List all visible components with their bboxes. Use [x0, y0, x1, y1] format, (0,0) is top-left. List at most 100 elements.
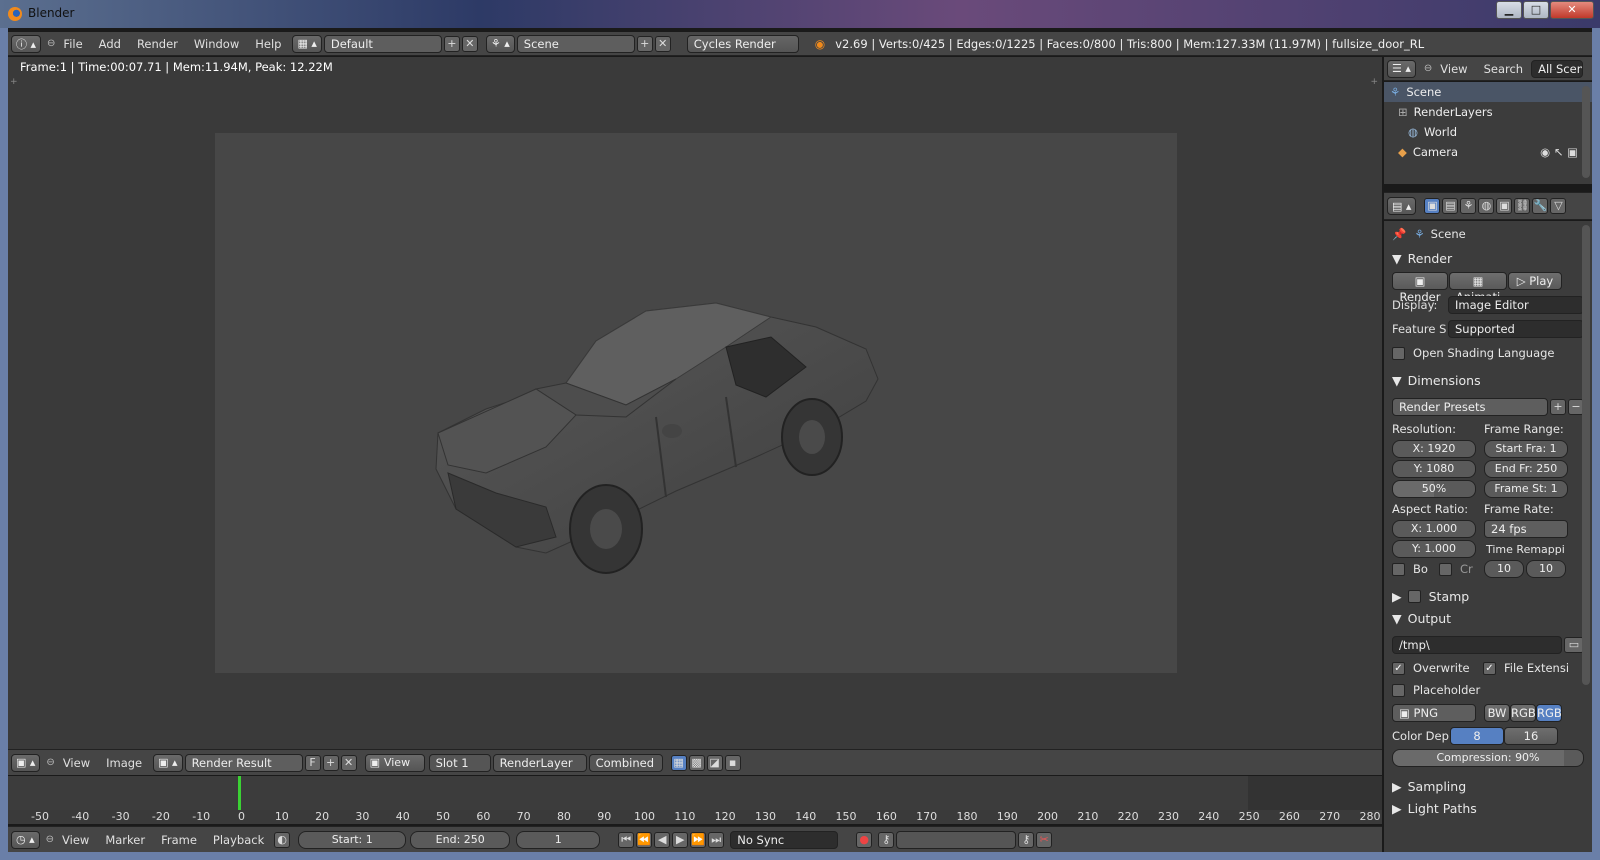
- light-paths-panel-header[interactable]: ▶ Light Paths: [1384, 797, 1592, 819]
- jump-keyframe-back-icon[interactable]: ⏪: [636, 831, 653, 848]
- render-layers-context-icon[interactable]: ▤: [1442, 198, 1459, 214]
- editor-type-image-icon[interactable]: ▣ ▴: [11, 753, 41, 772]
- dimensions-panel-header[interactable]: ▼ Dimensions: [1384, 369, 1592, 391]
- zbuffer-icon[interactable]: ◪: [706, 754, 723, 771]
- resolution-x-field[interactable]: X: 1920: [1392, 440, 1476, 458]
- jump-keyframe-forward-icon[interactable]: ⏩: [690, 831, 707, 848]
- add-scene-icon[interactable]: +: [636, 35, 653, 52]
- world-context-icon[interactable]: ◍: [1478, 198, 1495, 214]
- image-browse-icon[interactable]: ▣ ▴: [153, 753, 183, 772]
- render-layer-select[interactable]: RenderLayer: [492, 753, 587, 772]
- menu-search[interactable]: Search: [1484, 62, 1524, 76]
- render-context-icon[interactable]: ▣: [1424, 198, 1441, 214]
- current-frame-field[interactable]: 1: [516, 830, 601, 849]
- bw-button[interactable]: BW: [1484, 704, 1510, 722]
- render-panel-header[interactable]: ▼ Render: [1384, 247, 1592, 269]
- display-select[interactable]: Image Editor: [1448, 296, 1584, 314]
- modifiers-context-icon[interactable]: 🔧: [1532, 198, 1549, 214]
- start-frame-field[interactable]: Start: 1: [298, 830, 407, 849]
- current-frame-marker[interactable]: [238, 776, 241, 810]
- aspect-x-field[interactable]: X: 1.000: [1392, 520, 1476, 538]
- record-icon[interactable]: ●: [856, 831, 873, 848]
- editor-type-outliner-icon[interactable]: ☰ ▴: [1387, 59, 1416, 78]
- rgba-button[interactable]: RGB: [1536, 704, 1562, 722]
- feature-set-select[interactable]: Supported: [1448, 320, 1584, 338]
- object-context-icon[interactable]: ▣: [1496, 198, 1513, 214]
- properties-scrollbar[interactable]: [1582, 225, 1590, 685]
- editor-type-properties-icon[interactable]: ▤ ▴: [1387, 197, 1417, 215]
- outliner-item[interactable]: ◍ World: [1384, 122, 1592, 142]
- pin-icon[interactable]: ▪: [724, 754, 741, 771]
- outliner-item[interactable]: ⊞ RenderLayers: [1384, 102, 1592, 122]
- layout-field[interactable]: Default: [323, 34, 442, 53]
- menu-view[interactable]: View: [63, 756, 90, 770]
- draw-channels-icon[interactable]: ▦: [670, 754, 687, 771]
- pin-context-icon[interactable]: 📌: [1392, 227, 1406, 241]
- close-button[interactable]: ✕: [1550, 1, 1594, 19]
- menu-help[interactable]: Help: [255, 37, 281, 51]
- editor-type-info-icon[interactable]: ⓘ ▴: [11, 34, 42, 53]
- collapse-menus-icon-2[interactable]: ⊖: [46, 757, 54, 768]
- timeline-ruler[interactable]: -50 -40 -30 -20 -10 0 10 20 30 40 50 60 70 80 90 100 110…: [8, 810, 1382, 824]
- remap-new-field[interactable]: 10: [1526, 560, 1566, 578]
- end-frame-prop-field[interactable]: End Fr: 250: [1484, 460, 1568, 478]
- visibility-eye-icon[interactable]: ◉ ↖ ▣: [1540, 145, 1578, 159]
- remove-scene-icon[interactable]: ✕: [654, 35, 671, 52]
- slot-select[interactable]: Slot 1: [428, 753, 491, 772]
- editor-type-timeline-icon[interactable]: ◷ ▴: [11, 830, 40, 849]
- collapse-menus-icon-4[interactable]: ⊖: [1424, 63, 1432, 74]
- resolution-percent-slider[interactable]: 50%: [1392, 480, 1476, 498]
- render-presets-select[interactable]: Render Presets: [1392, 398, 1548, 416]
- scene-icon[interactable]: ⚘ ▴: [485, 34, 515, 53]
- outliner-display-select[interactable]: All Scene: [1531, 59, 1584, 78]
- render-engine-select[interactable]: Cycles Render: [686, 34, 799, 53]
- overwrite-checkbox[interactable]: ✓: [1392, 661, 1405, 675]
- osl-checkbox[interactable]: [1392, 346, 1405, 360]
- timeline-area[interactable]: -50 -40 -30 -20 -10 0 10 20 30 40 50 60 70 80 90 100 110…: [8, 776, 1382, 824]
- outliner-item[interactable]: ⚘ Scene: [1384, 82, 1592, 102]
- start-frame-prop-field[interactable]: Start Fra: 1: [1484, 440, 1568, 458]
- jump-start-icon[interactable]: ⏮: [618, 831, 635, 848]
- resolution-y-field[interactable]: Y: 1080: [1392, 460, 1476, 478]
- scene-field[interactable]: Scene: [516, 34, 635, 53]
- menu-frame[interactable]: Frame: [161, 833, 197, 847]
- output-panel-header[interactable]: ▼ Output: [1384, 607, 1592, 629]
- aspect-y-field[interactable]: Y: 1.000: [1392, 540, 1476, 558]
- insert-keyframe-icon[interactable]: ⚷: [1018, 831, 1035, 848]
- menu-timeline-view[interactable]: View: [62, 833, 89, 847]
- play-icon[interactable]: ▶: [672, 831, 689, 848]
- folder-browse-icon[interactable]: ▭: [1564, 637, 1584, 653]
- file-extension-checkbox[interactable]: ✓: [1483, 661, 1496, 675]
- frame-rate-select[interactable]: 24 fps: [1484, 520, 1568, 538]
- crop-checkbox[interactable]: [1439, 562, 1452, 576]
- play-reverse-icon[interactable]: ◀: [654, 831, 671, 848]
- maximize-button[interactable]: □: [1523, 1, 1549, 19]
- depth-8-button[interactable]: 8: [1450, 727, 1504, 745]
- alpha-icon[interactable]: ▩: [688, 754, 705, 771]
- unlink-image-icon[interactable]: ✕: [340, 754, 357, 771]
- scene-context-icon[interactable]: ⚘: [1460, 198, 1477, 214]
- fake-user-button[interactable]: F: [304, 754, 321, 771]
- end-frame-field[interactable]: End: 250: [410, 830, 511, 849]
- menu-window[interactable]: Window: [194, 37, 239, 51]
- preview-range-icon[interactable]: ◐: [274, 831, 291, 848]
- collapse-menus-icon[interactable]: ⊖: [47, 38, 55, 49]
- animation-button[interactable]: ▦ Animati: [1449, 272, 1507, 304]
- menu-marker[interactable]: Marker: [105, 833, 145, 847]
- image-name-field[interactable]: Render Result: [184, 753, 303, 772]
- corner-plus-right-icon[interactable]: +: [1370, 77, 1378, 87]
- rgb-button[interactable]: RGB: [1510, 704, 1536, 722]
- keying-set-icon[interactable]: ⚷: [878, 831, 895, 848]
- placeholder-checkbox[interactable]: [1392, 683, 1405, 697]
- file-format-select[interactable]: ▣ PNG: [1392, 704, 1476, 722]
- remap-old-field[interactable]: 10: [1484, 560, 1524, 578]
- outliner-scrollbar[interactable]: [1582, 86, 1590, 178]
- menu-add[interactable]: Add: [99, 37, 121, 51]
- corner-plus-icon[interactable]: +: [10, 77, 18, 87]
- collapse-menus-icon-3[interactable]: ⊖: [46, 834, 54, 845]
- sampling-panel-header[interactable]: ▶ Sampling: [1384, 775, 1592, 797]
- data-context-icon[interactable]: ▽: [1550, 198, 1567, 214]
- add-preset-icon[interactable]: +: [1550, 399, 1566, 415]
- compression-slider[interactable]: Compression: 90%: [1392, 749, 1584, 767]
- view-select[interactable]: ▣ View: [364, 753, 425, 772]
